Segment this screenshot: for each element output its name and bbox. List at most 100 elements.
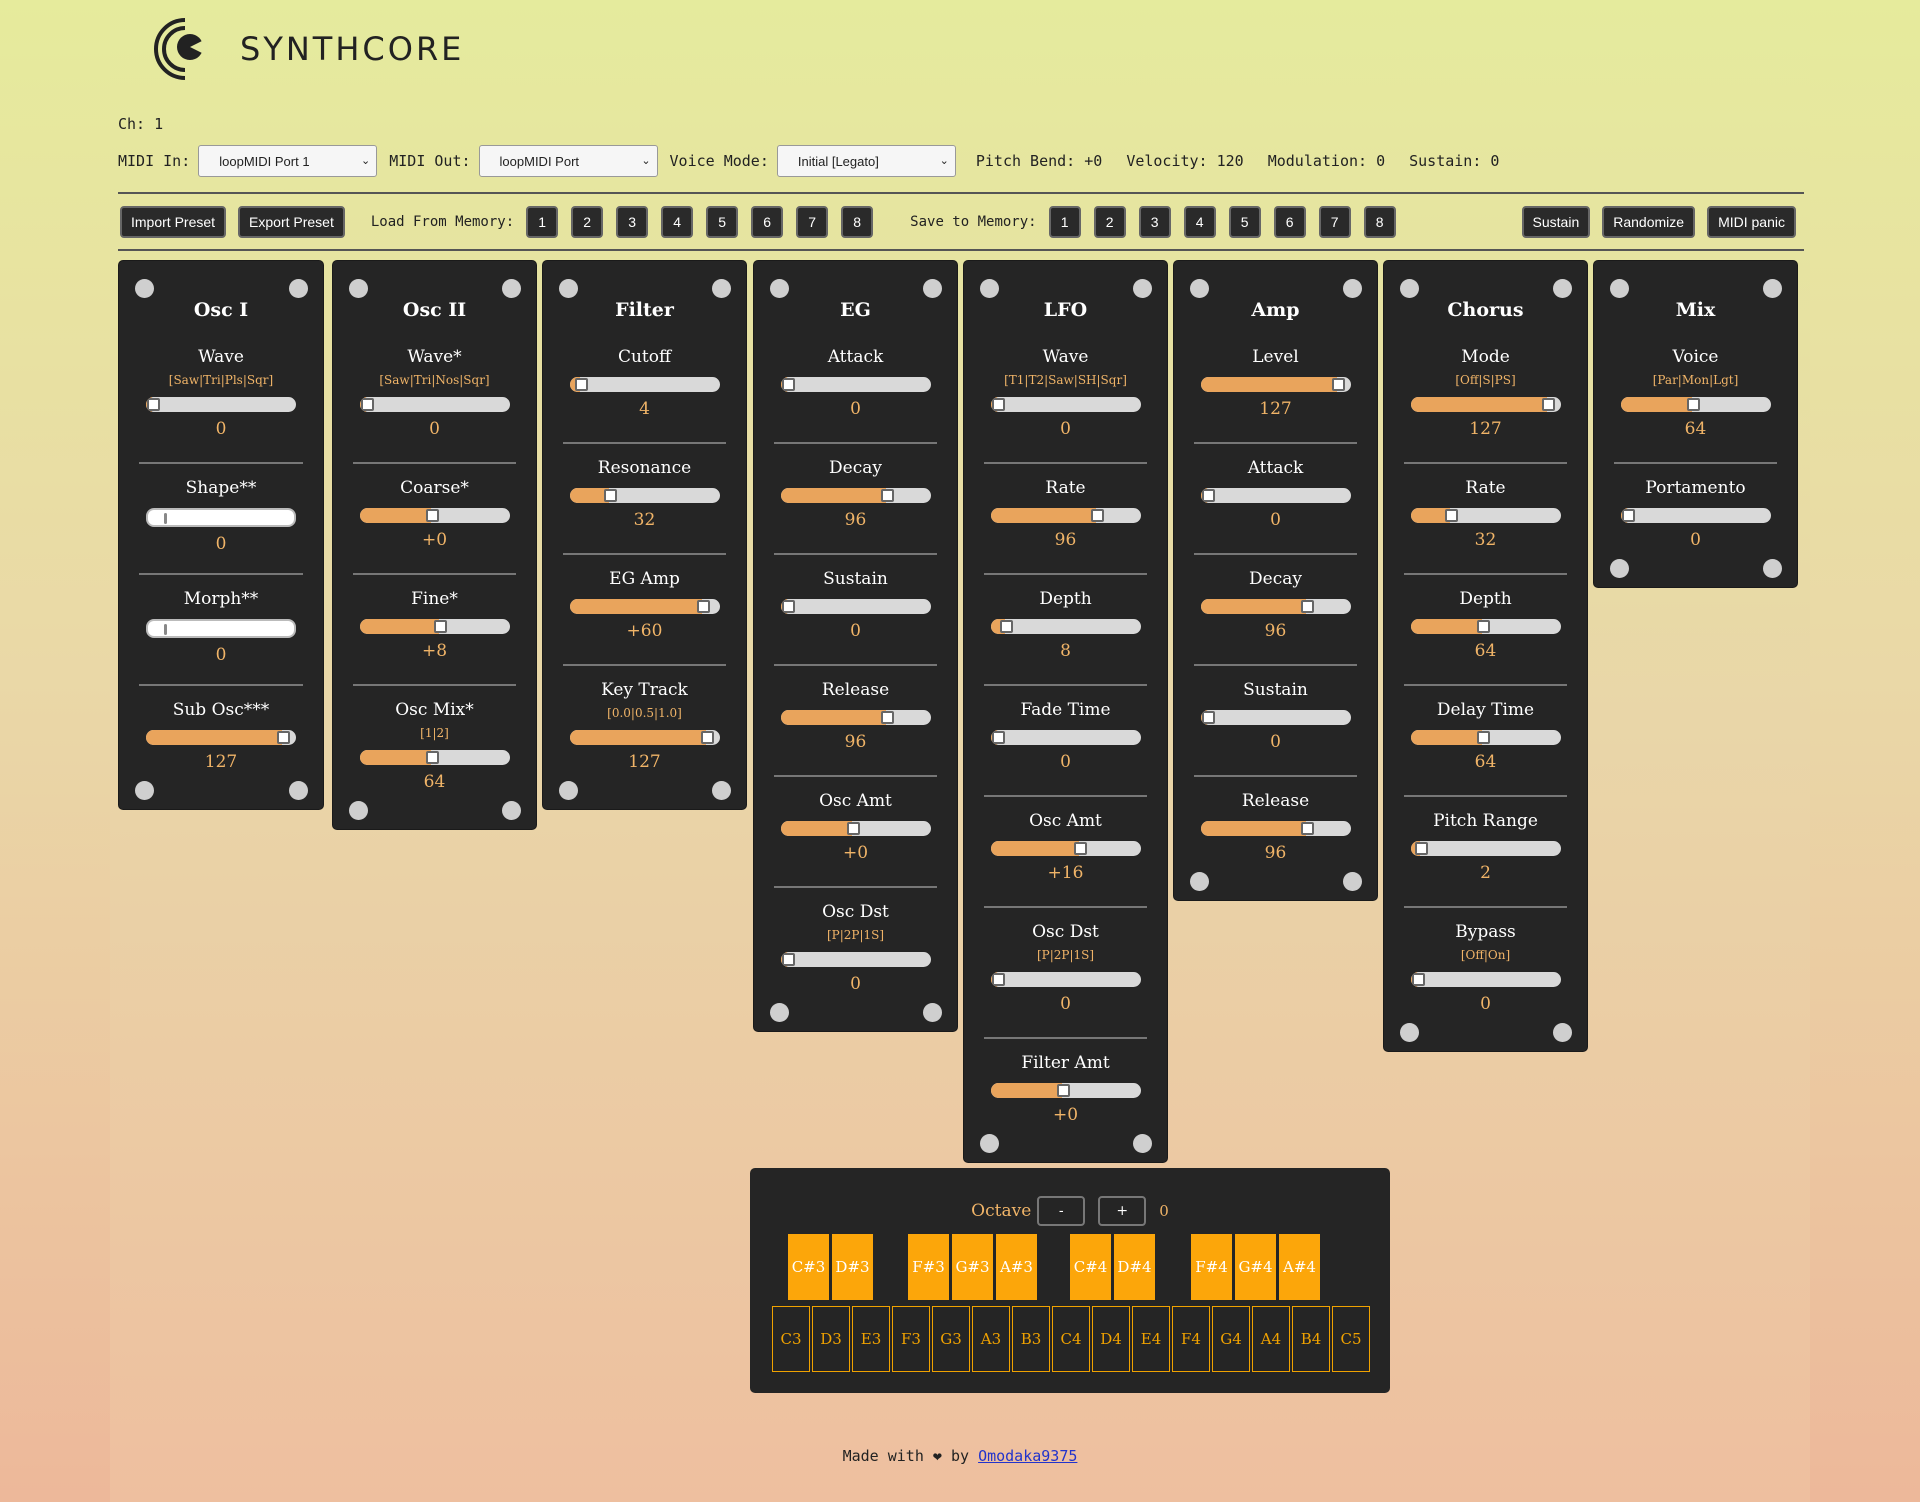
author-link[interactable]: Omodaka9375	[978, 1447, 1077, 1465]
piano-key-d3[interactable]: D3	[812, 1306, 850, 1372]
save-memory-slot-8-button[interactable]: 8	[1363, 206, 1396, 238]
piano-key-f-sharp4[interactable]: F#4	[1191, 1234, 1232, 1300]
piano-key-g4[interactable]: G4	[1212, 1306, 1250, 1372]
piano-key-g-sharp4[interactable]: G#4	[1235, 1234, 1276, 1300]
piano-key-c-sharp3[interactable]: C#3	[788, 1234, 829, 1300]
param-slider[interactable]	[780, 599, 931, 614]
piano-key-a-sharp3[interactable]: A#3	[996, 1234, 1037, 1300]
slider-thumb[interactable]	[1073, 842, 1087, 855]
slider-thumb[interactable]	[1300, 600, 1314, 613]
slider-thumb[interactable]	[991, 731, 1005, 744]
slider-thumb[interactable]	[1331, 378, 1345, 391]
slider-thumb[interactable]	[846, 822, 860, 835]
param-slider[interactable]	[780, 488, 931, 503]
piano-key-f3[interactable]: F3	[892, 1306, 930, 1372]
save-memory-slot-3-button[interactable]: 3	[1138, 206, 1171, 238]
param-slider[interactable]	[146, 508, 296, 527]
slider-thumb[interactable]	[425, 509, 439, 522]
param-slider[interactable]	[990, 730, 1141, 745]
slider-thumb[interactable]	[147, 398, 160, 411]
slider-thumb[interactable]	[781, 953, 795, 966]
param-slider[interactable]	[990, 508, 1141, 523]
slider-thumb[interactable]	[1201, 489, 1215, 502]
slider-thumb[interactable]	[1444, 509, 1458, 522]
param-slider[interactable]	[990, 619, 1141, 634]
octave-up-button[interactable]: +	[1098, 1196, 1147, 1226]
slider-thumb[interactable]	[603, 489, 617, 502]
param-slider[interactable]	[569, 730, 720, 745]
param-slider[interactable]	[780, 710, 931, 725]
slider-thumb[interactable]	[880, 711, 894, 724]
save-memory-slot-1-button[interactable]: 1	[1048, 206, 1081, 238]
param-slider[interactable]	[990, 841, 1141, 856]
piano-key-e3[interactable]: E3	[852, 1306, 890, 1372]
slider-thumb[interactable]	[880, 489, 894, 502]
slider-thumb[interactable]	[1090, 509, 1104, 522]
slider-thumb[interactable]	[433, 620, 447, 633]
param-slider[interactable]	[1410, 508, 1561, 523]
param-slider[interactable]	[359, 619, 510, 634]
slider-thumb[interactable]	[781, 600, 795, 613]
slider-thumb[interactable]	[991, 973, 1005, 986]
slider-thumb[interactable]	[1300, 822, 1314, 835]
octave-down-button[interactable]: -	[1037, 1196, 1086, 1226]
slider-thumb[interactable]	[696, 600, 710, 613]
slider-thumb[interactable]	[574, 378, 588, 391]
param-slider[interactable]	[1410, 841, 1561, 856]
save-memory-slot-4-button[interactable]: 4	[1183, 206, 1216, 238]
slider-thumb[interactable]	[1476, 620, 1490, 633]
load-memory-slot-5-button[interactable]: 5	[706, 206, 739, 238]
param-slider[interactable]	[990, 972, 1141, 987]
param-slider[interactable]	[1200, 377, 1351, 392]
piano-key-g-sharp3[interactable]: G#3	[952, 1234, 993, 1300]
midi-panic-button[interactable]: MIDI panic	[1707, 206, 1796, 238]
slider-thumb[interactable]	[360, 398, 374, 411]
param-slider[interactable]	[1410, 619, 1561, 634]
load-memory-slot-7-button[interactable]: 7	[796, 206, 829, 238]
export-preset-button[interactable]: Export Preset	[238, 206, 345, 238]
piano-key-d4[interactable]: D4	[1092, 1306, 1130, 1372]
slider-thumb[interactable]	[1056, 1084, 1070, 1097]
piano-key-a3[interactable]: A3	[972, 1306, 1010, 1372]
load-memory-slot-4-button[interactable]: 4	[661, 206, 694, 238]
param-slider[interactable]	[569, 488, 720, 503]
piano-key-d-sharp4[interactable]: D#4	[1114, 1234, 1155, 1300]
slider-thumb[interactable]	[277, 731, 290, 744]
param-slider[interactable]	[359, 750, 510, 765]
slider-thumb[interactable]	[1541, 398, 1555, 411]
param-slider[interactable]	[359, 397, 510, 412]
slider-thumb[interactable]	[1686, 398, 1700, 411]
param-slider[interactable]	[990, 397, 1141, 412]
save-memory-slot-7-button[interactable]: 7	[1318, 206, 1351, 238]
param-slider[interactable]	[780, 377, 931, 392]
param-slider[interactable]	[1620, 508, 1771, 523]
piano-key-b4[interactable]: B4	[1292, 1306, 1330, 1372]
piano-key-g3[interactable]: G3	[932, 1306, 970, 1372]
param-slider[interactable]	[990, 1083, 1141, 1098]
midi-out-select[interactable]: loopMIDI Port ⌄	[478, 145, 658, 177]
load-memory-slot-1-button[interactable]: 1	[526, 206, 559, 238]
piano-key-e4[interactable]: E4	[1132, 1306, 1170, 1372]
import-preset-button[interactable]: Import Preset	[120, 206, 227, 238]
param-slider[interactable]	[1200, 710, 1351, 725]
slider-thumb[interactable]	[164, 513, 167, 524]
piano-key-c5[interactable]: C5	[1332, 1306, 1370, 1372]
slider-thumb[interactable]	[1411, 973, 1425, 986]
save-memory-slot-2-button[interactable]: 2	[1093, 206, 1126, 238]
slider-thumb[interactable]	[1621, 509, 1635, 522]
voice-mode-select[interactable]: Initial [Legato] ⌄	[776, 145, 956, 177]
save-memory-slot-6-button[interactable]: 6	[1273, 206, 1306, 238]
piano-key-a-sharp4[interactable]: A#4	[1279, 1234, 1320, 1300]
piano-key-c-sharp4[interactable]: C#4	[1070, 1234, 1111, 1300]
param-slider[interactable]	[359, 508, 510, 523]
piano-key-b3[interactable]: B3	[1012, 1306, 1050, 1372]
slider-thumb[interactable]	[991, 398, 1005, 411]
save-memory-slot-5-button[interactable]: 5	[1228, 206, 1261, 238]
piano-key-c3[interactable]: C3	[772, 1306, 810, 1372]
slider-thumb[interactable]	[1476, 731, 1490, 744]
piano-key-a4[interactable]: A4	[1252, 1306, 1290, 1372]
slider-thumb[interactable]	[1414, 842, 1428, 855]
param-slider[interactable]	[780, 821, 931, 836]
param-slider[interactable]	[146, 397, 296, 412]
randomize-button[interactable]: Randomize	[1602, 206, 1696, 238]
